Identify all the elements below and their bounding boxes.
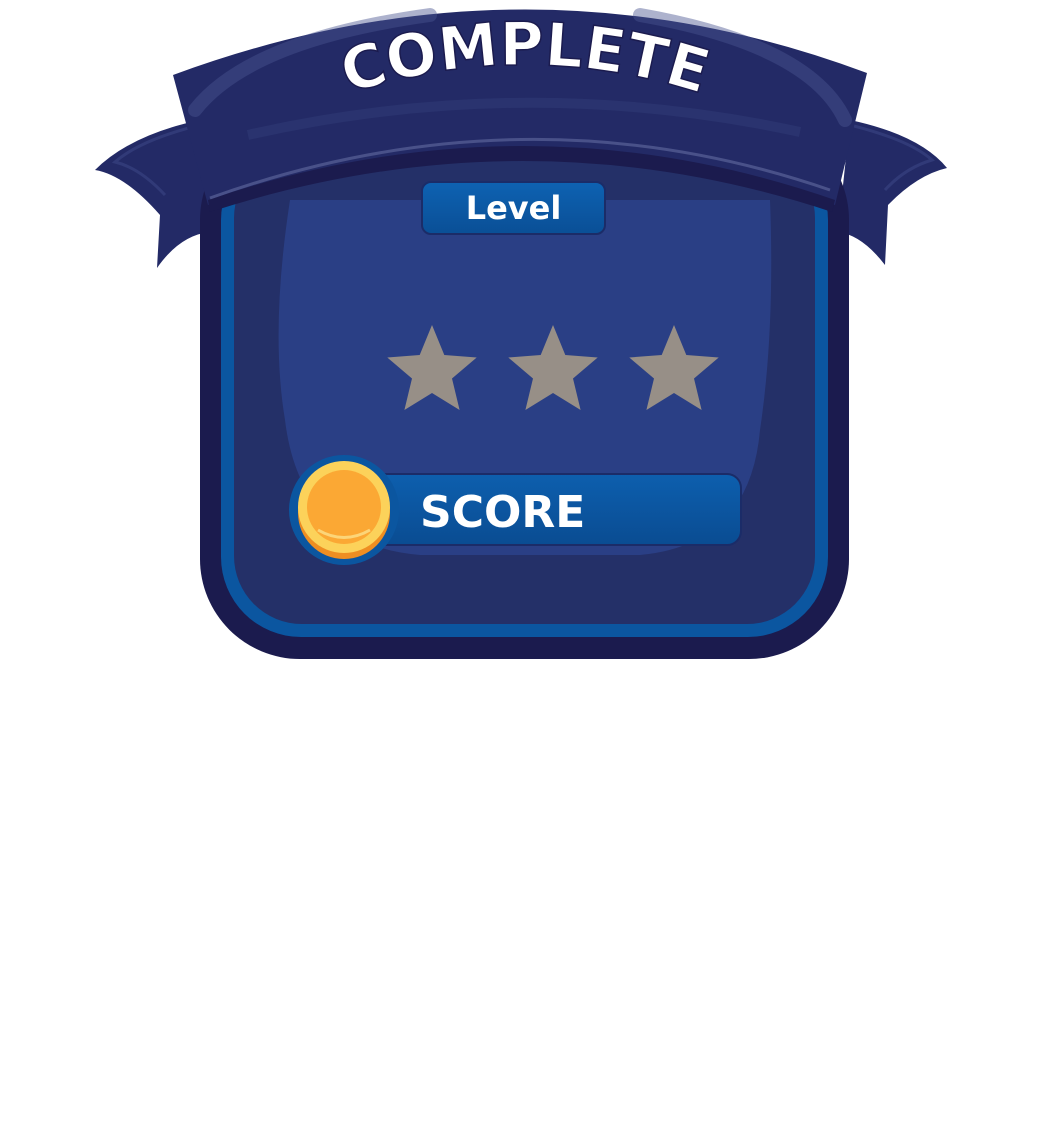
level-label: Level <box>466 189 562 227</box>
score-label: SCORE <box>420 487 585 538</box>
ribbon-tail-right <box>838 120 947 265</box>
level-badge: Level <box>421 181 606 235</box>
empty-space <box>0 680 1049 1131</box>
coin-icon <box>289 455 399 565</box>
